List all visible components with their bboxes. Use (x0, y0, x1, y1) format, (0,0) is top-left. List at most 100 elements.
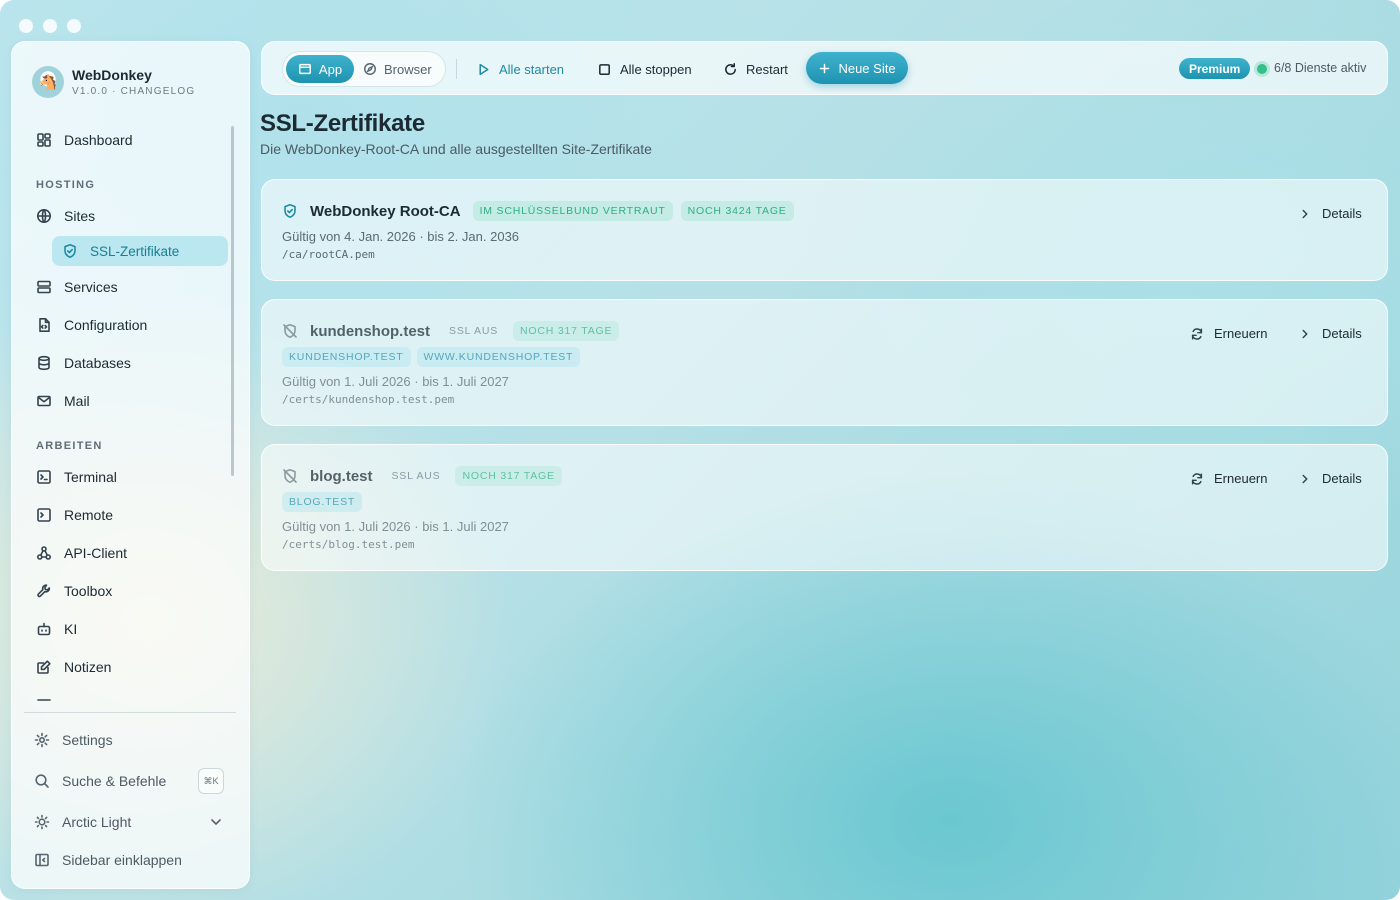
new-site-label: Neue Site (838, 60, 896, 76)
sidebar-item-label: API-Client (64, 545, 128, 561)
card-header: kundenshop.test SSL AUS NOCH 317 TAGE (282, 321, 620, 341)
toolbar-divider (456, 59, 457, 79)
settings-button[interactable]: Settings (34, 724, 226, 756)
new-site-button[interactable]: Neue Site (806, 52, 908, 84)
sidebar-item-hidden[interactable] (26, 689, 226, 704)
sidebar-item-label: Services (64, 279, 118, 295)
note-edit-icon (36, 659, 52, 675)
sidebar-item-remote[interactable]: Remote (26, 499, 226, 531)
details-button[interactable]: Details (1298, 326, 1362, 341)
chevron-right-icon (1302, 329, 1308, 338)
domain-tag: KUNDENSHOP.TEST (282, 347, 411, 367)
sidebar-item-configuration[interactable]: Configuration (26, 309, 226, 341)
sidebar-item-databases[interactable]: Databases (26, 347, 226, 379)
ssl-status-badge: SSL AUS (449, 325, 498, 337)
browser-mode-button[interactable]: Browser (363, 55, 443, 83)
refresh-icon (1191, 327, 1203, 340)
close-window-button[interactable] (19, 19, 33, 33)
version-changelog-link[interactable]: V1.0.0 · CHANGELOG (72, 86, 195, 97)
globe-icon (36, 208, 52, 224)
sidebar-item-notizen[interactable]: Notizen (26, 651, 226, 683)
app-mode-button[interactable]: App (286, 55, 354, 83)
shortcut-badge: ⌘K (198, 768, 224, 794)
search-icon (35, 774, 49, 788)
renew-label: Erneuern (1214, 326, 1268, 341)
sidebar-item-label: Mail (64, 393, 90, 409)
database-icon (36, 355, 52, 371)
restart-icon (725, 62, 736, 75)
validity-text: Gültig von 4. Jan. 2026 · bis 2. Jan. 20… (282, 229, 520, 244)
card-header: blog.test SSL AUS NOCH 317 TAGE (282, 466, 562, 486)
search-commands-button[interactable]: Suche & Befehle ⌘K (34, 765, 226, 797)
sidebar-item-label: Sites (64, 208, 96, 224)
validity-text: Gültig von 1. Juli 2026 · bis 1. Juli 20… (282, 374, 509, 389)
domain-tag: BLOG.TEST (282, 492, 363, 512)
details-label: Details (1322, 206, 1362, 221)
sidebar-item-sites[interactable]: Sites (26, 200, 226, 232)
webhook-icon (36, 545, 52, 561)
sidebar-item-label: KI (64, 621, 78, 637)
validity-text: Gültig von 1. Juli 2026 · bis 1. Juli 20… (282, 519, 509, 534)
sun-icon (34, 814, 50, 830)
terminal-icon (36, 469, 52, 485)
collapse-sidebar-button[interactable]: Sidebar einklappen (34, 844, 226, 876)
remote-terminal-icon (36, 507, 52, 523)
details-label: Details (1322, 326, 1362, 341)
sidebar-item-label: Toolbox (64, 583, 113, 599)
details-button[interactable]: Details (1298, 471, 1362, 486)
cert-path: /certs/kundenshop.test.pem (282, 393, 455, 406)
theme-selector[interactable]: Arctic Light (34, 806, 226, 838)
sidebar-item-terminal[interactable]: Terminal (26, 461, 226, 493)
domain-list: BLOG.TEST (282, 492, 363, 512)
sidebar-item-mail[interactable]: Mail (26, 385, 226, 417)
sidebar-item-label: Notizen (64, 659, 112, 675)
chevron-right-icon (1302, 209, 1308, 218)
file-code-icon (36, 317, 52, 333)
sidebar-item-ssl-zertifikate[interactable]: SSL-Zertifikate (52, 236, 228, 266)
sidebar-item-api-client[interactable]: API-Client (26, 537, 226, 569)
section-label-hosting: HOSTING (36, 179, 96, 191)
card-header: WebDonkey Root-CA IM SCHLÜSSELBUND VERTR… (282, 201, 794, 221)
renew-label: Erneuern (1214, 471, 1268, 486)
search-label: Suche & Befehle (62, 773, 167, 789)
app-name: WebDonkey (72, 67, 152, 83)
zoom-window-button[interactable] (67, 19, 81, 33)
collapse-label: Sidebar einklappen (62, 852, 182, 868)
restart-button[interactable]: Restart (723, 51, 788, 87)
sidebar-item-ki[interactable]: KI (26, 613, 226, 645)
shield-check-icon (284, 204, 296, 218)
sidebar-item-toolbox[interactable]: Toolbox (26, 575, 226, 607)
minimize-window-button[interactable] (43, 19, 57, 33)
start-all-button[interactable]: Alle starten (476, 51, 564, 87)
page-subtitle: Die WebDonkey-Root-CA und alle ausgestel… (260, 141, 652, 157)
chevron-right-icon (1302, 474, 1308, 483)
play-icon (479, 63, 489, 75)
sidebar-scrollbar[interactable] (231, 126, 234, 476)
renew-button[interactable]: Erneuern (1190, 326, 1267, 341)
sidebar: 🐴 WebDonkey V1.0.0 · CHANGELOG Dashboard… (11, 41, 250, 889)
stop-all-button[interactable]: Alle stoppen (597, 51, 692, 87)
cert-card-blog: blog.test SSL AUS NOCH 317 TAGE BLOG.TES… (261, 444, 1388, 571)
sidebar-item-services[interactable]: Services (26, 271, 226, 303)
renew-button[interactable]: Erneuern (1190, 471, 1267, 486)
sidebar-collapse-icon (35, 853, 49, 867)
brand[interactable]: 🐴 WebDonkey V1.0.0 · CHANGELOG (32, 66, 195, 98)
sidebar-footer: Settings Suche & Befehle ⌘K Arctic Light… (24, 712, 236, 868)
services-status[interactable]: 6/8 Dienste aktiv (1274, 61, 1366, 75)
status-dot-icon (1257, 64, 1267, 74)
days-remaining-badge: NOCH 3424 TAGE (680, 201, 794, 221)
shield-check-icon (62, 243, 78, 259)
gear-icon (34, 732, 50, 748)
root-ca-card: WebDonkey Root-CA IM SCHLÜSSELBUND VERTR… (261, 179, 1388, 281)
app-mode-label: App (318, 61, 343, 77)
app-window: 🐴 WebDonkey V1.0.0 · CHANGELOG Dashboard… (0, 0, 1400, 900)
refresh-icon (1191, 472, 1203, 485)
chevron-down-icon (211, 819, 221, 825)
sidebar-item-label: Dashboard (64, 132, 133, 148)
restart-label: Restart (746, 61, 788, 77)
sidebar-item-dashboard[interactable]: Dashboard (26, 124, 226, 156)
details-button[interactable]: Details (1298, 206, 1362, 221)
plus-icon (820, 63, 830, 73)
sidebar-item-label: Databases (64, 355, 131, 371)
premium-badge[interactable]: Premium (1179, 58, 1251, 79)
